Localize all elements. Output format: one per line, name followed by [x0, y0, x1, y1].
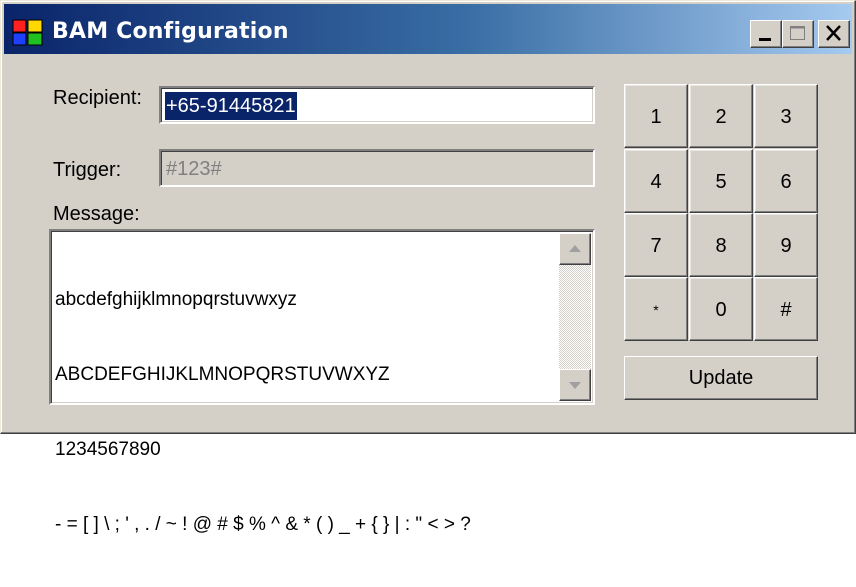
trigger-label: Trigger: — [53, 159, 122, 181]
app-icon — [12, 19, 44, 47]
recipient-input[interactable]: +65-91445821 — [159, 86, 595, 124]
trigger-value: #123# — [166, 158, 222, 180]
minimize-icon — [759, 38, 771, 41]
message-scrollbar[interactable] — [559, 233, 591, 401]
keypad-key-5[interactable]: 5 — [689, 149, 753, 213]
keypad-key-star[interactable]: * — [624, 277, 688, 341]
keypad-key-9[interactable]: 9 — [754, 213, 818, 277]
message-label: Message: — [53, 203, 140, 225]
message-line: - = [ ] \ ; ' , . / ~ ! @ # $ % ^ & * ( … — [55, 514, 471, 535]
recipient-value: +65-91445821 — [165, 92, 297, 120]
arrow-down-icon — [569, 382, 581, 389]
maximize-button[interactable] — [782, 20, 814, 48]
message-textarea[interactable]: abcdefghijklmnopqrstuvwxyz ABCDEFGHIJKLM… — [49, 229, 595, 535]
keypad-key-8[interactable]: 8 — [689, 213, 753, 277]
recipient-label: Recipient: — [53, 87, 142, 109]
message-line: ABCDEFGHIJKLMNOPQRSTUVWXYZ — [55, 364, 390, 385]
scroll-down-button[interactable] — [559, 369, 591, 401]
trigger-input[interactable]: #123# — [159, 149, 595, 187]
keypad-key-2[interactable]: 2 — [689, 84, 753, 148]
close-icon — [826, 25, 841, 41]
keypad-key-4[interactable]: 4 — [624, 149, 688, 213]
bam-configuration-window: BAM Configuration Recipient: +65-9144582… — [0, 0, 856, 535]
keypad-key-0[interactable]: 0 — [689, 277, 753, 341]
keypad-key-hash[interactable]: # — [754, 277, 818, 341]
close-button[interactable] — [818, 20, 850, 48]
keypad-key-3[interactable]: 3 — [754, 84, 818, 148]
minimize-button[interactable] — [750, 20, 782, 48]
message-line: abcdefghijklmnopqrstuvwxyz — [55, 289, 297, 310]
arrow-up-icon — [569, 245, 581, 252]
keypad-key-1[interactable]: 1 — [624, 84, 688, 148]
message-line: 1234567890 — [55, 439, 161, 460]
scroll-up-button[interactable] — [559, 233, 591, 265]
message-text: abcdefghijklmnopqrstuvwxyz ABCDEFGHIJKLM… — [55, 237, 471, 587]
update-button[interactable]: Update — [624, 356, 818, 400]
title-bar[interactable]: BAM Configuration — [4, 4, 852, 54]
window-title: BAM Configuration — [52, 19, 289, 44]
keypad-key-7[interactable]: 7 — [624, 213, 688, 277]
keypad-key-6[interactable]: 6 — [754, 149, 818, 213]
maximize-icon — [790, 26, 805, 40]
